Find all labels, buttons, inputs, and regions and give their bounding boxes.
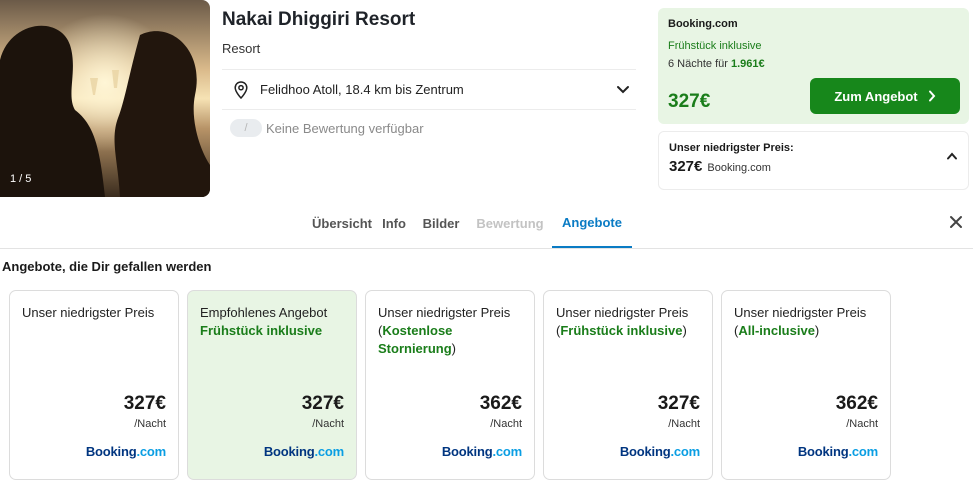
tab-info[interactable]: Info <box>377 199 411 247</box>
close-icon[interactable] <box>949 215 963 229</box>
lowest-price-box[interactable]: Unser niedrigster Preis: 327€ Booking.co… <box>658 131 969 190</box>
booking-logo: Booking.com <box>442 444 522 459</box>
offer-title: Unser niedrigster Preis (Frühstück inklus… <box>556 305 689 338</box>
offer-subtitle: Kostenlose Stornierung <box>378 323 453 356</box>
deal-provider: Booking.com <box>668 18 738 30</box>
offer-price: 327€ <box>657 393 700 414</box>
lowest-price-provider: Booking.com <box>707 162 771 174</box>
offers-heading: Angebote, die Dir gefallen werden <box>2 259 212 274</box>
booking-logo: Booking.com <box>86 444 166 459</box>
deal-nights-prefix: 6 Nächte für <box>668 58 731 70</box>
tab-uebersicht[interactable]: Übersicht <box>300 199 384 247</box>
booking-logo: Booking.com <box>264 444 344 459</box>
offer-card[interactable]: Unser niedrigster Preis (All-inclusive) 3… <box>721 290 891 480</box>
offer-title-text: Unser niedrigster Preis <box>22 305 155 320</box>
booking-logo-name: Booking <box>85 444 137 459</box>
offer-price: 362€ <box>835 393 878 414</box>
booking-logo-name: Booking <box>797 444 849 459</box>
offer-card[interactable]: Unser niedrigster Preis 327€ /Nacht Book… <box>9 290 179 480</box>
offer-card[interactable]: Unser niedrigster Preis (Kostenlose Storn… <box>365 290 535 480</box>
offer-unit: /Nacht <box>668 418 700 430</box>
rating-row: / Keine Bewertung verfügbar <box>222 119 636 137</box>
offer-subtitle: All-inclusive <box>738 323 815 338</box>
rating-badge: / <box>230 119 262 137</box>
offer-price: 362€ <box>479 393 522 414</box>
offer-price: 327€ <box>123 393 166 414</box>
location-text: Felidhoo Atoll, 18.4 km bis Zentrum <box>260 82 464 97</box>
tab-angebote[interactable]: Angebote <box>552 199 632 248</box>
offer-title-text: Unser niedrigster Preis <box>378 305 511 320</box>
offer-title: Unser niedrigster Preis <box>22 304 170 322</box>
hotel-type: Resort <box>222 41 261 56</box>
booking-logo-dot-com: .com <box>314 444 344 459</box>
zum-angebot-button[interactable]: Zum Angebot <box>810 78 960 114</box>
deal-price: 327€ <box>668 91 711 112</box>
booking-logo-name: Booking <box>619 444 671 459</box>
chevron-up-icon[interactable] <box>946 152 958 160</box>
deal-nights: 6 Nächte für 1.961€ <box>668 58 959 70</box>
lowest-price-line: 327€ Booking.com <box>669 158 958 175</box>
booking-logo-dot-com: .com <box>136 444 166 459</box>
offer-card-recommended[interactable]: Empfohlenes Angebot Frühstück inklusive 3… <box>187 290 357 480</box>
offer-subtitle: Frühstück inklusive <box>200 323 323 338</box>
booking-logo: Booking.com <box>798 444 878 459</box>
hotel-photo[interactable]: 1 / 5 <box>0 0 210 197</box>
tab-bilder[interactable]: Bilder <box>418 199 464 247</box>
best-deal-box: Booking.com Frühstück inklusive 6 Nächte… <box>658 8 969 124</box>
chevron-down-icon[interactable] <box>616 85 630 95</box>
offer-title: Unser niedrigster Preis (All-inclusive) <box>734 305 867 338</box>
booking-logo-name: Booking <box>263 444 315 459</box>
offer-title-text: Empfohlenes Angebot <box>200 305 328 320</box>
lowest-price-value: 327€ <box>669 158 703 175</box>
booking-logo-dot-com: .com <box>492 444 522 459</box>
offer-card[interactable]: Unser niedrigster Preis (Frühstück inklus… <box>543 290 713 480</box>
hotel-info: Nakai Dhiggiri Resort Resort Felidhoo At… <box>222 0 636 137</box>
zum-angebot-label: Zum Angebot <box>834 88 918 104</box>
deal-breakfast: Frühstück inklusive <box>668 40 762 52</box>
offer-title: Empfohlenes Angebot Frühstück inklusive <box>200 304 348 340</box>
offer-unit: /Nacht <box>134 418 166 430</box>
booking-logo: Booking.com <box>620 444 700 459</box>
offer-price: 327€ <box>301 393 344 414</box>
photo-counter: 1 / 5 <box>10 173 32 185</box>
tab-bewertung: Bewertung <box>476 215 544 231</box>
offer-title-text: Unser niedrigster Preis <box>734 305 867 320</box>
offer-subtitle: Frühstück inklusive <box>560 323 683 338</box>
chevron-right-icon <box>928 90 936 102</box>
booking-logo-dot-com: .com <box>848 444 878 459</box>
offer-unit: /Nacht <box>312 418 344 430</box>
offer-title: Unser niedrigster Preis (Kostenlose Storn… <box>378 305 511 356</box>
booking-logo-name: Booking <box>441 444 493 459</box>
lowest-price-label: Unser niedrigster Preis: <box>669 142 794 154</box>
offer-unit: /Nacht <box>490 418 522 430</box>
deal-nights-total: 1.961€ <box>730 58 765 70</box>
map-pin-icon <box>234 80 248 99</box>
tab-bar: Übersicht Info Bilder Bewertung Angebote <box>0 199 973 249</box>
hotel-photo-image <box>0 0 210 197</box>
offer-title-text: Unser niedrigster Preis <box>556 305 689 320</box>
booking-logo-dot-com: .com <box>670 444 700 459</box>
rating-text: Keine Bewertung verfügbar <box>266 120 424 136</box>
hotel-name: Nakai Dhiggiri Resort <box>222 9 416 30</box>
offer-unit: /Nacht <box>846 418 878 430</box>
location-row[interactable]: Felidhoo Atoll, 18.4 km bis Zentrum <box>222 69 636 110</box>
